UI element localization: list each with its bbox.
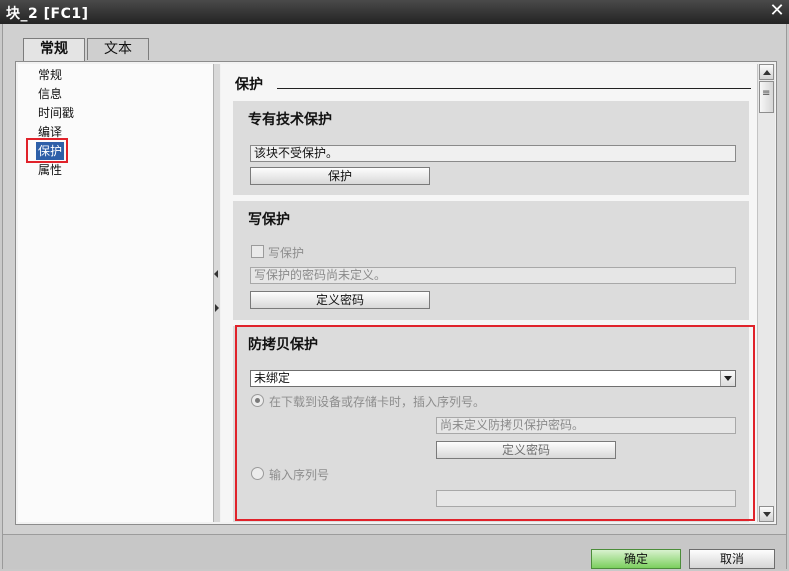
scroll-down-icon[interactable]	[759, 506, 774, 522]
scroll-up-icon[interactable]	[759, 64, 774, 80]
close-icon[interactable]: ✕	[767, 1, 787, 23]
vertical-scrollbar[interactable]	[757, 64, 775, 522]
splitter[interactable]	[214, 64, 220, 522]
know-how-status-field: 该块不受保护。	[250, 145, 736, 162]
define-write-password-button[interactable]: 定义密码	[250, 291, 430, 309]
nav-item-general[interactable]: 常规	[36, 66, 64, 84]
dialog-window: 常规 文本 常规 信息 时间戳 编译 保护 属性 保护 专有技术保护 该块不受保…	[2, 24, 787, 569]
annotation-highlight-box	[235, 325, 755, 521]
ok-button[interactable]: 确定	[591, 549, 681, 569]
window-title: 块_2 [FC1]	[6, 6, 89, 22]
know-how-section: 专有技术保护 该块不受保护。 保护	[233, 101, 749, 195]
nav-item-info[interactable]: 信息	[36, 85, 64, 103]
page-title: 保护	[235, 77, 263, 93]
nav-item-timestamp[interactable]: 时间戳	[36, 104, 76, 122]
write-protection-checkbox[interactable]	[251, 245, 264, 258]
annotation-highlight-box	[26, 138, 68, 163]
tab-text[interactable]: 文本	[87, 38, 149, 60]
write-protection-checkbox-label: 写保护	[268, 246, 305, 260]
protect-button[interactable]: 保护	[250, 167, 430, 185]
heading-divider	[277, 88, 751, 89]
cancel-button[interactable]: 取消	[689, 549, 775, 569]
nav-item-attributes[interactable]: 属性	[36, 161, 64, 179]
title-bar: 块_2 [FC1] ✕	[0, 0, 789, 24]
scroll-thumb[interactable]	[759, 81, 774, 113]
write-protection-section: 写保护 写保护 写保护的密码尚未定义。 定义密码	[233, 201, 749, 320]
know-how-title: 专有技术保护	[248, 112, 332, 128]
write-password-status-field: 写保护的密码尚未定义。	[250, 267, 736, 284]
write-protection-title: 写保护	[248, 212, 290, 228]
collapse-left-icon[interactable]	[214, 270, 218, 278]
nav-tree: 常规 信息 时间戳 编译 保护 属性	[18, 64, 214, 522]
expand-right-icon[interactable]	[215, 304, 219, 312]
dialog-footer: 确定 取消	[3, 534, 786, 569]
tab-general[interactable]: 常规	[23, 38, 85, 62]
